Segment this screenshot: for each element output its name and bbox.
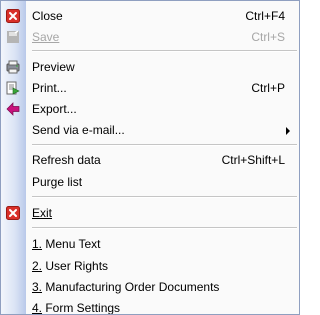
close-x-icon: [6, 9, 20, 23]
menu-item-label: Save: [32, 30, 60, 44]
recent-item-text: 3. Manufacturing Order Documents: [32, 280, 219, 294]
menu-item-refresh-data[interactable]: Refresh data Ctrl+Shift+L: [1, 149, 299, 171]
recent-item-text: 4. Form Settings: [32, 301, 121, 315]
menu-item-recent-3[interactable]: 3. Manufacturing Order Documents: [1, 276, 299, 298]
menu-item-save[interactable]: Save Ctrl+S: [1, 26, 299, 48]
menu-item-print[interactable]: Print... Ctrl+P: [1, 77, 299, 99]
menu-item-exit[interactable]: Exit: [1, 202, 299, 224]
menu-item-preview[interactable]: Preview: [1, 56, 299, 78]
preview-icon: [6, 60, 20, 74]
menu-item-purge-list[interactable]: Purge list: [1, 171, 299, 193]
recent-item-number: 3.: [32, 280, 43, 294]
recent-item-label: Manufacturing Order Documents: [42, 280, 220, 294]
menu-separator: [32, 144, 297, 146]
menu-item-send-email[interactable]: Send via e-mail...: [1, 119, 299, 141]
recent-item-number: 4.: [32, 301, 43, 315]
menu-item-recent-4[interactable]: 4. Form Settings: [1, 297, 299, 315]
save-icon: [7, 30, 19, 43]
menu-item-recent-2[interactable]: 2. User Rights: [1, 255, 299, 277]
menu-item-label: Refresh data: [32, 153, 101, 167]
recent-item-number: 1.: [32, 237, 43, 251]
recent-item-label: User Rights: [42, 259, 109, 273]
recent-item-text: 2. User Rights: [32, 259, 108, 273]
recent-item-label: Menu Text: [42, 237, 101, 251]
menu-item-label: Close: [32, 9, 63, 23]
menu-item-label: Export...: [32, 102, 77, 116]
file-menu: Close Ctrl+F4 Save Ctrl+S Preview Print.…: [0, 0, 300, 315]
recent-item-label: Form Settings: [42, 301, 121, 315]
menu-item-label: Exit: [32, 206, 53, 220]
exit-x-icon: [6, 206, 20, 220]
menu-item-label: Preview: [32, 60, 75, 74]
shortcut-text: Ctrl+F4: [245, 9, 285, 23]
recent-item-text: 1. Menu Text: [32, 237, 101, 251]
shortcut-text: Ctrl+S: [251, 30, 285, 44]
menu-separator: [32, 227, 297, 229]
menu-item-label: Print...: [32, 81, 67, 95]
menu-item-recent-1[interactable]: 1. Menu Text: [1, 233, 299, 255]
menu-separator: [32, 50, 297, 52]
menu-item-export[interactable]: Export...: [1, 98, 299, 120]
menu-item-label: Purge list: [32, 175, 83, 189]
export-arrow-icon: [6, 102, 20, 116]
menu-item-close[interactable]: Close Ctrl+F4: [1, 5, 299, 27]
menu-item-label: Send via e-mail...: [32, 123, 125, 137]
menu-separator: [32, 196, 297, 198]
shortcut-text: Ctrl+Shift+L: [221, 153, 285, 167]
print-icon: [6, 81, 20, 95]
recent-item-number: 2.: [32, 259, 43, 273]
shortcut-text: Ctrl+P: [251, 81, 285, 95]
submenu-arrow-icon: [286, 127, 290, 135]
